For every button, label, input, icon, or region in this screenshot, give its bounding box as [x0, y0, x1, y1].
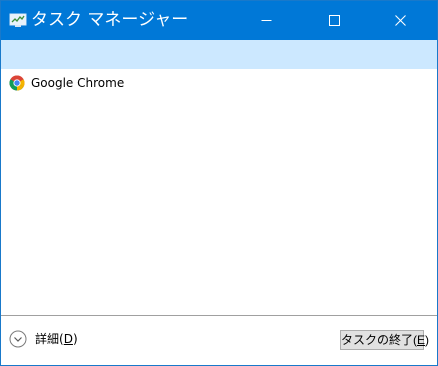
chevron-down-icon — [9, 330, 27, 348]
end-task-label: タスクの終了(E) — [341, 333, 430, 347]
close-icon — [394, 15, 406, 26]
window-title: タスク マネージャー — [31, 10, 189, 30]
minimize-button[interactable] — [243, 1, 289, 40]
minimize-icon — [261, 20, 271, 21]
maximize-button[interactable] — [311, 1, 357, 40]
close-button[interactable] — [377, 1, 423, 40]
process-list: Google Chrome — [1, 69, 437, 315]
details-toggle[interactable]: 詳細(D) — [9, 329, 78, 349]
task-manager-icon — [9, 13, 27, 27]
list-item-label: Google Chrome — [31, 76, 125, 90]
end-task-button[interactable]: タスクの終了(E) — [340, 330, 429, 350]
list-item[interactable]: Google Chrome — [1, 73, 437, 93]
task-manager-window: タスク マネージャー Google Chrome 詳細(D) タスクの終了(E) — [0, 0, 438, 366]
title-bar[interactable]: タスク マネージャー — [1, 1, 437, 40]
maximize-icon — [328, 15, 340, 26]
chrome-icon — [9, 75, 25, 91]
list-header-band — [1, 40, 437, 69]
footer: 詳細(D) タスクの終了(E) — [1, 316, 437, 365]
details-label: 詳細(D) — [35, 332, 78, 346]
